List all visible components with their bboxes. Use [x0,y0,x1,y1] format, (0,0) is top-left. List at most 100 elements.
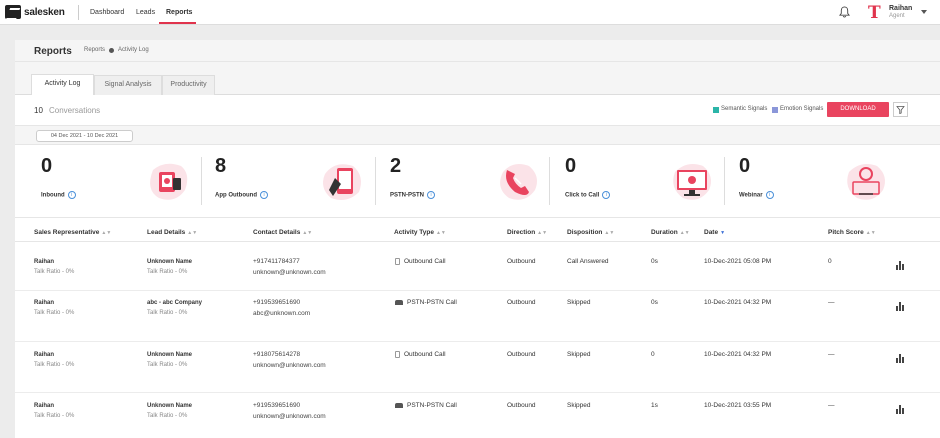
info-icon[interactable]: i [427,191,436,199]
sales-rep-name: Raihan [34,403,55,409]
contact-phone: +919539651690 [253,299,301,306]
col-header-pitch-score[interactable]: Pitch Score ▲▼ [828,229,876,236]
disposition: Skipped [567,402,591,409]
chevron-down-icon[interactable] [921,10,927,14]
reports-card: Reports Reports Activity Log Activity Lo… [15,40,940,438]
lead-name[interactable]: Unknown Name [147,352,192,358]
call-date: 10-Dec-2021 03:55 PM [704,402,772,409]
col-header-duration[interactable]: Duration ▲▼ [651,229,690,236]
table-header-divider [15,241,940,242]
sort-desc-icon: ▼ [720,230,726,236]
date-filter-bar: 04 Dec 2021 - 10 Dec 2021 [15,125,940,145]
info-icon[interactable]: i [67,191,76,199]
stat-value: 0 [565,155,577,177]
call-date: 10-Dec-2021 04:32 PM [704,351,772,358]
user-name[interactable]: Raihan [889,5,912,12]
semantic-signal-legend-swatch [713,107,719,113]
breadcrumb-activity-log: Activity Log [118,47,149,53]
nav-leads[interactable]: Leads [136,9,155,16]
sales-rep-talk-ratio: Talk Ratio - 0% [34,310,75,316]
bell-icon[interactable] [839,6,850,18]
semantic-signal-legend-label: Semantic Signals [721,106,768,112]
bar-chart-icon[interactable] [896,302,906,311]
lead-talk-ratio: Talk Ratio - 0% [147,269,188,275]
bar-chart-icon[interactable] [896,405,906,414]
date-range-picker[interactable]: 04 Dec 2021 - 10 Dec 2021 [36,130,133,142]
contact-email: unknown@unknown.com [253,413,326,420]
col-header-sales-rep[interactable]: Sales Representative ▲▼ [34,229,111,236]
tab-signal-analysis[interactable]: Signal Analysis [94,75,162,95]
col-header-date[interactable]: Date ▼ [704,229,725,236]
duration: 0s [651,258,658,265]
sales-rep-talk-ratio: Talk Ratio - 0% [34,413,75,419]
nav-dashboard[interactable]: Dashboard [90,9,124,16]
breadcrumb-reports[interactable]: Reports [84,47,105,53]
activity-type: PSTN-PSTN Call [395,402,457,409]
avatar[interactable]: T [868,3,881,23]
col-header-disposition[interactable]: Disposition ▲▼ [567,229,614,236]
mobile-icon [395,351,400,358]
filter-button[interactable] [893,102,908,117]
page-title: Reports [34,46,72,57]
table-top-divider [15,217,940,218]
stat-label: App Outbound [215,192,257,199]
row-divider [15,341,940,342]
sales-rep-talk-ratio: Talk Ratio - 0% [34,362,75,368]
contact-phone: +918075614278 [253,351,301,358]
col-header-activity-type[interactable]: Activity Type ▲▼ [394,229,446,236]
direction: Outbound [507,402,536,409]
stat-value: 8 [215,155,227,177]
contact-email: abc@unknown.com [253,310,311,317]
lead-name[interactable]: Unknown Name [147,403,192,409]
pitch-score: 0 [828,258,832,265]
info-icon[interactable]: i [602,191,611,199]
bar-chart-icon[interactable] [896,354,906,363]
stat-divider [549,157,550,205]
tab-activity-log[interactable]: Activity Log [31,74,94,95]
duration: 1s [651,402,658,409]
duration: 0s [651,299,658,306]
activity-type: PSTN-PSTN Call [395,299,457,306]
contact-phone: +917411784377 [253,258,300,265]
filter-icon [896,106,905,115]
inbound-call-illustration-icon [150,163,188,200]
tab-productivity[interactable]: Productivity [162,75,215,95]
sort-icon: ▲▼ [187,230,198,236]
mobile-icon [395,258,400,265]
app-outbound-illustration-icon [323,164,361,200]
bar-chart-icon[interactable] [896,261,906,270]
salesken-logo[interactable]: salesken [5,5,65,19]
top-navigation: salesken Dashboard Leads Reports T Raiha… [0,0,940,25]
activity-type: Outbound Call [395,351,446,358]
webinar-illustration-icon [847,164,885,200]
lead-name[interactable]: Unknown Name [147,259,192,265]
stat-divider [201,157,202,205]
stat-label: Webinar [739,192,763,199]
col-header-lead-details[interactable]: Lead Details ▲▼ [147,229,197,236]
sales-rep-name: Raihan [34,259,55,265]
contact-email: unknown@unknown.com [253,362,326,369]
stat-divider [724,157,725,205]
nav-reports[interactable]: Reports [166,9,192,16]
stat-label: Click to Call [565,192,600,199]
tab-bar: Activity Log Signal Analysis Productivit… [15,62,940,95]
lead-name[interactable]: abc - abc Company [147,300,202,306]
disposition: Skipped [567,299,591,306]
info-icon[interactable]: i [765,191,774,199]
download-button[interactable]: DOWNLOAD [827,102,889,117]
stat-value: 0 [41,155,53,177]
col-header-direction[interactable]: Direction ▲▼ [507,229,547,236]
disposition: Skipped [567,351,591,358]
lead-talk-ratio: Talk Ratio - 0% [147,362,188,368]
stat-divider [375,157,376,205]
direction: Outbound [507,299,536,306]
col-header-contact-details[interactable]: Contact Details ▲▼ [253,229,312,236]
breadcrumb-separator-icon [109,48,114,53]
pitch-score: — [828,402,835,409]
sales-rep-name: Raihan [34,300,55,306]
sort-icon: ▲▼ [679,230,690,236]
info-icon[interactable]: i [260,191,268,199]
pitch-score: — [828,351,835,358]
call-date: 10-Dec-2021 04:32 PM [704,299,772,306]
direction: Outbound [507,351,536,358]
